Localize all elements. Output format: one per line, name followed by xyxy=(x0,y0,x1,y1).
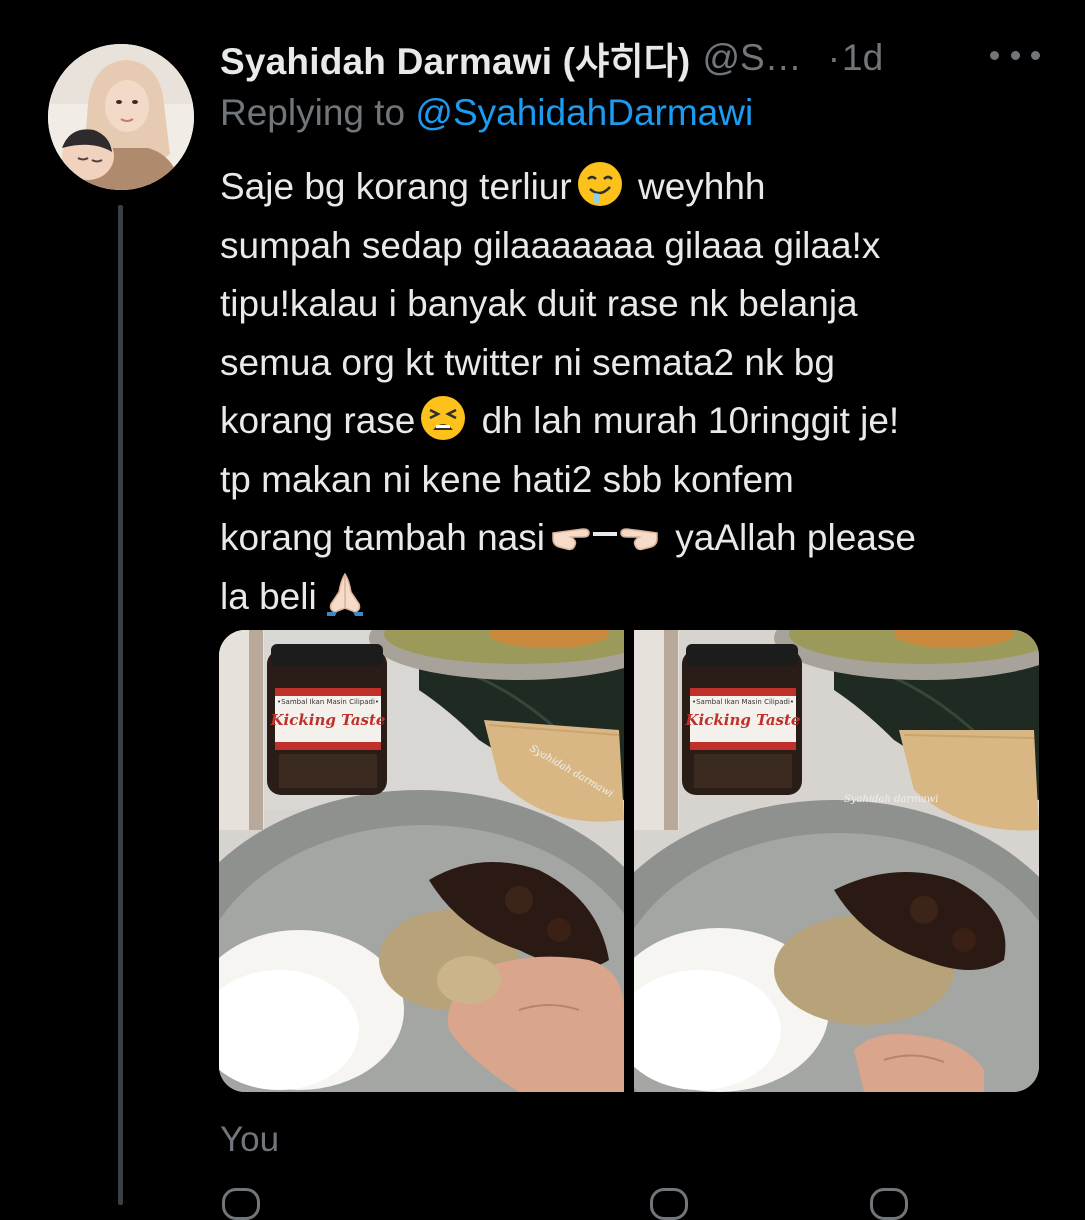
tired-face-icon xyxy=(419,394,467,442)
timestamp[interactable]: 1d xyxy=(842,37,883,79)
tweet-photo-2[interactable]: •Sambal Ikan Masin Cilipadi• Kicking Tas… xyxy=(634,630,1039,1092)
jar-brand: Kicking Taste xyxy=(270,711,386,729)
tweet-text: Saje bg korang terliur weyhhh sumpah sed… xyxy=(220,158,1070,626)
like-icon[interactable] xyxy=(650,1188,688,1220)
tweet-photo-1[interactable]: •Sambal Ikan Masin Cilipadi• Kicking Tas… xyxy=(219,630,624,1092)
folded-hands-icon xyxy=(321,570,369,618)
more-options-icon[interactable] xyxy=(990,40,1040,70)
separator-dot: · xyxy=(827,37,841,78)
thread-line xyxy=(118,205,123,1205)
display-name[interactable]: Syahidah Darmawi (샤히다) xyxy=(220,31,690,85)
jar-label: •Sambal Ikan Masin Cilipadi• xyxy=(277,698,379,706)
tweet-header: Syahidah Darmawi (샤히다) @S… · 1d xyxy=(220,30,1065,86)
replying-to-label: Replying to xyxy=(220,92,416,133)
jar-label: •Sambal Ikan Masin Cilipadi• xyxy=(692,698,794,706)
photo-watermark: Syahidah darmawi xyxy=(844,794,938,805)
reply-handle-link[interactable]: @SyahidahDarmawi xyxy=(415,92,753,133)
tweet-actions xyxy=(220,1188,920,1220)
jar-brand: Kicking Taste xyxy=(685,711,801,729)
reply-icon[interactable] xyxy=(222,1188,260,1220)
drooling-face-icon xyxy=(576,160,624,208)
avatar[interactable] xyxy=(48,44,194,190)
pointing-fingers-icon xyxy=(549,511,661,559)
tweet-card[interactable]: Syahidah Darmawi (샤히다) @S… · 1d Replying… xyxy=(0,0,1085,1220)
tweet-text-part-1: Saje bg korang terliur xyxy=(220,166,572,207)
replying-to: Replying to @SyahidahDarmawi xyxy=(220,92,753,134)
tweet-media[interactable]: •Sambal Ikan Masin Cilipadi• Kicking Tas… xyxy=(219,630,1039,1092)
attached-by-label: You xyxy=(220,1120,280,1159)
share-icon[interactable] xyxy=(870,1188,908,1220)
user-handle[interactable]: @S… xyxy=(702,37,801,79)
